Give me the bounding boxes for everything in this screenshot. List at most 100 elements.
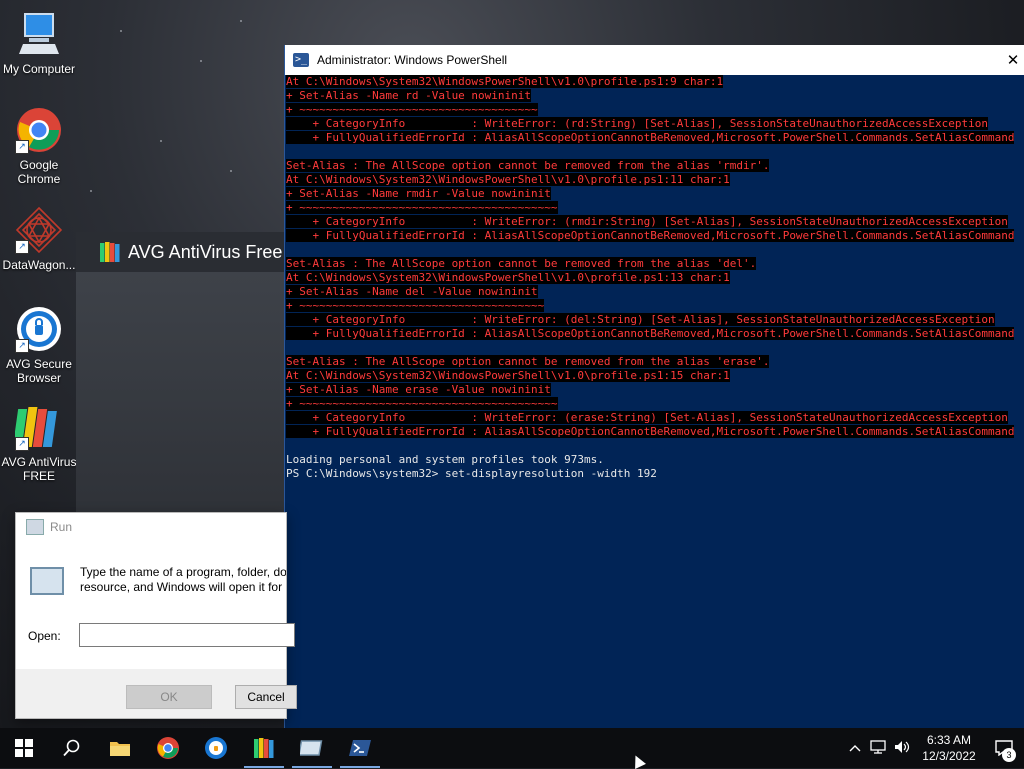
avg-logo-icon: [100, 242, 120, 262]
desktop-icon-label: AVG AntiVirus FREE: [1, 455, 77, 483]
computer-icon: [15, 10, 63, 58]
console-error-line: + Set-Alias -Name erase -Value nowininit: [286, 383, 551, 396]
run-icon: [26, 519, 44, 535]
taskbar-file-explorer[interactable]: [96, 728, 144, 768]
console-error-line: At C:\Windows\System32\WindowsPowerShell…: [286, 75, 724, 88]
console-error-line: + ~~~~~~~~~~~~~~~~~~~~~~~~~~~~~~~~~~~~: [286, 103, 538, 116]
avg-splash-header: AVG AntiVirus Free: [76, 232, 286, 272]
system-tray: 6:33 AM 12/3/2022 3: [844, 728, 1024, 768]
console-error-line: + FullyQualifiedErrorId : AliasAllScopeO…: [286, 229, 1015, 242]
clock[interactable]: 6:33 AM 12/3/2022: [914, 732, 984, 764]
close-icon[interactable]: ✕: [1001, 51, 1024, 69]
avg-antivirus-icon: [254, 738, 274, 758]
desktop-icon-label: AVG Secure Browser: [6, 357, 72, 385]
windows-start-icon: [15, 739, 33, 757]
console-error-line: + Set-Alias -Name rd -Value nowininit: [286, 89, 532, 102]
console-error-line: + CategoryInfo : WriteError: (rmdir:Stri…: [286, 215, 1008, 228]
chevron-up-icon[interactable]: [844, 741, 866, 755]
run-dialog-title: Run: [50, 520, 73, 534]
network-icon[interactable]: [866, 739, 890, 757]
console-prompt-line[interactable]: PS C:\Windows\system32> set-displayresol…: [286, 467, 1024, 481]
start-button[interactable]: [0, 728, 48, 768]
datawagon-icon: ↗: [15, 206, 63, 254]
volume-icon[interactable]: [890, 740, 914, 757]
taskbar-powershell[interactable]: [336, 728, 384, 768]
powershell-icon: [349, 740, 371, 756]
shortcut-arrow-icon: ↗: [15, 240, 29, 254]
avg-secure-browser-icon: ↗: [15, 305, 63, 353]
cancel-button[interactable]: Cancel: [235, 685, 297, 709]
desktop-icon-google-chrome[interactable]: ↗ Google Chrome: [0, 106, 78, 186]
avg-antivirus-icon: ↗: [12, 403, 63, 451]
console-error-line: + Set-Alias -Name rmdir -Value nowininit: [286, 187, 551, 200]
console-command-param: -width: [584, 467, 631, 480]
run-dialog-description: Type the name of a program, folder, do r…: [80, 565, 286, 595]
console-command-value: 192: [630, 467, 657, 480]
taskbar-chrome[interactable]: [144, 728, 192, 768]
desktop-icon-label: My Computer: [2, 62, 76, 76]
ok-button[interactable]: OK: [126, 685, 212, 709]
notification-count-badge: 3: [1002, 748, 1016, 762]
run-description-line1: Type the name of a program, folder, do: [80, 565, 286, 579]
powershell-icon: >_: [293, 53, 309, 67]
taskbar: 6:33 AM 12/3/2022 3: [0, 728, 1024, 768]
run-dialog-body: Type the name of a program, folder, do r…: [16, 541, 295, 669]
console-error-line: Set-Alias : The AllScope option cannot b…: [286, 355, 770, 368]
console-error-line: + FullyQualifiedErrorId : AliasAllScopeO…: [286, 425, 1015, 438]
run-dialog[interactable]: Run Type the name of a program, folder, …: [15, 512, 297, 719]
search-icon: [63, 739, 80, 757]
desktop-icon-avg-antivirus[interactable]: ↗ AVG AntiVirus FREE: [0, 403, 78, 483]
clock-date: 12/3/2022: [922, 749, 976, 763]
run-dialog-icon: [300, 740, 323, 756]
run-dialog-footer: OK Cancel: [16, 669, 297, 718]
console-error-line: + CategoryInfo : WriteError: (rd:String)…: [286, 117, 988, 130]
powershell-window[interactable]: >_ Administrator: Windows PowerShell ✕ A…: [284, 45, 1024, 728]
open-label: Open:: [28, 629, 61, 643]
desktop-icon-my-computer[interactable]: My Computer: [0, 10, 78, 76]
console-error-line: At C:\Windows\System32\WindowsPowerShell…: [286, 173, 730, 186]
run-dialog-titlebar[interactable]: Run: [16, 513, 286, 541]
shortcut-arrow-icon: ↗: [15, 437, 29, 451]
console-error-line: + CategoryInfo : WriteError: (del:String…: [286, 313, 995, 326]
taskbar-avg-secure-browser[interactable]: [192, 728, 240, 768]
console-error-line: + CategoryInfo : WriteError: (erase:Stri…: [286, 411, 1008, 424]
console-prompt-path: PS C:\Windows\system32>: [286, 467, 445, 480]
shortcut-arrow-icon: ↗: [15, 339, 29, 353]
avg-splash-body: [76, 272, 286, 512]
search-button[interactable]: [48, 728, 96, 768]
avg-secure-browser-icon: [205, 737, 227, 759]
console-error-line: At C:\Windows\System32\WindowsPowerShell…: [286, 271, 730, 284]
desktop-icon-label: DataWagon...: [2, 258, 76, 272]
chrome-icon: ↗: [15, 106, 63, 154]
desktop-icon-label: Google Chrome: [17, 158, 61, 186]
console-error-line: + ~~~~~~~~~~~~~~~~~~~~~~~~~~~~~~~~~~~~~: [286, 299, 545, 312]
desktop-icon-avg-secure-browser[interactable]: ↗ AVG Secure Browser: [0, 305, 78, 385]
taskbar-run-dialog[interactable]: [288, 728, 336, 768]
run-description-line2: resource, and Windows will open it for: [80, 580, 283, 594]
powershell-titlebar[interactable]: >_ Administrator: Windows PowerShell ✕: [285, 45, 1024, 75]
avg-splash-window[interactable]: AVG AntiVirus Free: [76, 232, 286, 512]
chrome-icon: [157, 737, 179, 759]
shortcut-arrow-icon: ↗: [15, 140, 29, 154]
console-error-line: + FullyQualifiedErrorId : AliasAllScopeO…: [286, 327, 1015, 340]
console-error-line: + ~~~~~~~~~~~~~~~~~~~~~~~~~~~~~~~~~~~~~~…: [286, 397, 558, 410]
console-error-line: + Set-Alias -Name del -Value nowininit: [286, 285, 538, 298]
console-error-line: + ~~~~~~~~~~~~~~~~~~~~~~~~~~~~~~~~~~~~~~…: [286, 201, 558, 214]
taskbar-avg-antivirus[interactable]: [240, 728, 288, 768]
avg-splash-title: AVG AntiVirus Free: [128, 241, 283, 262]
open-input[interactable]: [79, 623, 295, 647]
console-error-line: Set-Alias : The AllScope option cannot b…: [286, 257, 757, 270]
run-program-icon: [30, 567, 64, 595]
notification-center-button[interactable]: 3: [984, 728, 1024, 768]
console-error-line: Set-Alias : The AllScope option cannot b…: [286, 159, 770, 172]
powershell-console[interactable]: At C:\Windows\System32\WindowsPowerShell…: [285, 75, 1024, 728]
console-output-line: Loading personal and system profiles too…: [286, 453, 604, 466]
desktop-icon-datawagon[interactable]: ↗ DataWagon...: [0, 206, 78, 272]
clock-time: 6:33 AM: [926, 733, 972, 747]
console-error-line: At C:\Windows\System32\WindowsPowerShell…: [286, 369, 730, 382]
file-explorer-icon: [110, 742, 130, 756]
